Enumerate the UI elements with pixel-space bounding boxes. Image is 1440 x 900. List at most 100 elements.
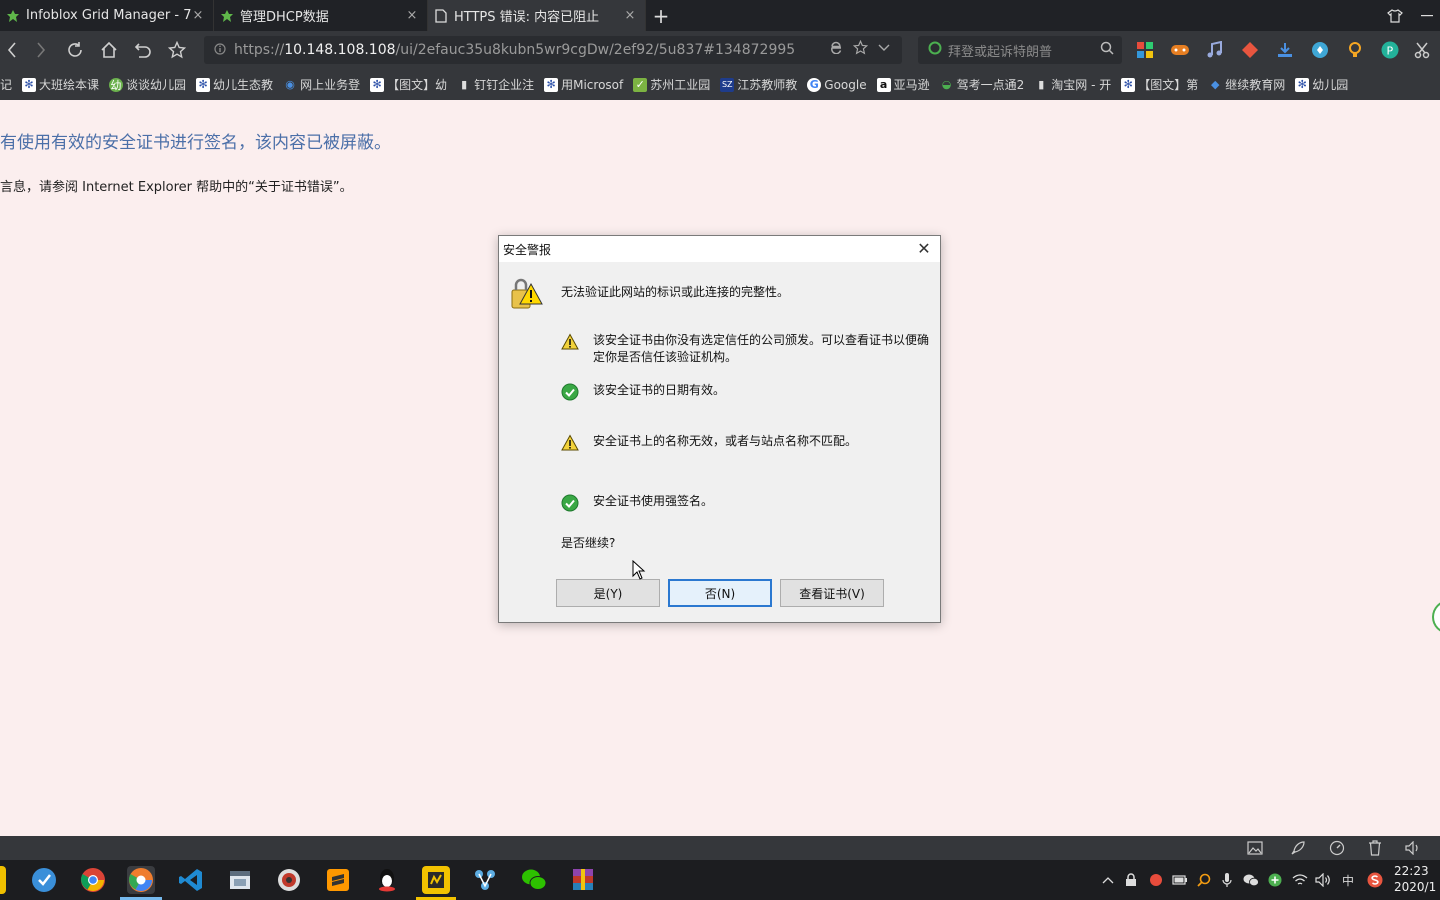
undo-icon[interactable] <box>126 31 160 69</box>
bookmark-item[interactable]: 记 <box>0 76 12 93</box>
close-tab-icon[interactable]: × <box>623 8 637 23</box>
browser-icon[interactable] <box>127 866 155 894</box>
bookmark-item[interactable]: ✻ 用Microsof <box>544 76 623 93</box>
reload-icon[interactable] <box>58 31 92 69</box>
scissors-icon[interactable] <box>1414 41 1432 59</box>
music-icon[interactable] <box>1206 40 1224 59</box>
wechat-icon[interactable] <box>520 866 548 894</box>
chrome-icon[interactable] <box>79 866 107 894</box>
site-info-icon[interactable] <box>214 42 226 58</box>
volume-icon[interactable] <box>1404 839 1422 857</box>
extension-teal-icon[interactable] <box>1311 41 1329 59</box>
cert-check-item: 安全证书使用强签名。 <box>561 493 931 512</box>
tray-lock-icon[interactable] <box>1123 872 1139 888</box>
search-icon[interactable] <box>1196 872 1212 888</box>
game-icon[interactable] <box>1170 41 1189 59</box>
microphone-icon[interactable] <box>1219 872 1235 888</box>
tab-label: HTTPS 错误: 内容已阻止 <box>454 10 600 25</box>
bookmark-star-icon[interactable] <box>160 31 194 69</box>
amazon-icon: a <box>876 77 891 92</box>
page-icon <box>434 8 448 23</box>
tab-label: 管理DHCP数据 <box>240 10 329 25</box>
close-icon[interactable]: ✕ <box>914 239 934 259</box>
bookmark-item[interactable]: ✻ 【图文】幼 <box>370 76 447 93</box>
ime-indicator[interactable]: 中 <box>1340 872 1356 888</box>
profile-p-icon[interactable]: P <box>1381 41 1399 59</box>
bookmark-item[interactable]: ✻ 幼儿园 <box>1295 76 1348 93</box>
image-icon[interactable] <box>1246 839 1264 857</box>
download-icon[interactable] <box>1276 41 1294 59</box>
infoblox-icon <box>220 9 234 23</box>
warning-icon <box>561 434 579 452</box>
bookmark-item[interactable]: ◉ 网上业务登 <box>283 76 360 93</box>
cert-check-item: 该安全证书由你没有选定信任的公司颁发。可以查看证书以便确定你是否信任该验证机构。 <box>561 332 931 366</box>
wechat-tray-icon[interactable] <box>1243 872 1259 888</box>
add-green-icon[interactable] <box>1267 872 1283 888</box>
cert-check-text: 安全证书上的名称无效，或者与站点名称不匹配。 <box>593 434 858 448</box>
taskbar-app-icon[interactable] <box>0 866 6 894</box>
taskbar-app-icon[interactable] <box>30 866 58 894</box>
search-input[interactable]: 拜登或起诉特朗普 <box>918 36 1122 64</box>
address-bar[interactable]: https://10.148.108.108/ui/2efauc35u8kubn… <box>204 36 902 64</box>
yes-button[interactable]: 是(Y) <box>556 579 660 607</box>
back-icon[interactable] <box>0 31 24 69</box>
wifi-icon[interactable] <box>1292 872 1308 888</box>
check-circle-icon <box>561 383 579 401</box>
home-icon[interactable] <box>92 31 126 69</box>
speed-icon[interactable] <box>1328 839 1346 857</box>
forward-icon[interactable] <box>24 31 58 69</box>
favorite-star-icon[interactable] <box>852 39 869 59</box>
network-tool-icon[interactable] <box>471 866 499 894</box>
notes-app-icon[interactable] <box>422 866 450 894</box>
trash-icon[interactable] <box>1366 839 1384 857</box>
paw-icon: ✻ <box>370 77 385 92</box>
bookmark-item[interactable]: a 亚马逊 <box>876 76 930 93</box>
speaker-icon[interactable] <box>1315 872 1331 888</box>
qq-icon[interactable] <box>373 866 401 894</box>
bookmark-item[interactable]: ◒ 驾考一点通2 <box>940 76 1024 93</box>
bookmark-item[interactable]: ▮ 钉钉企业注 <box>457 76 534 93</box>
search-icon[interactable] <box>1100 41 1114 59</box>
vscode-icon[interactable] <box>177 866 205 894</box>
tab-https-error[interactable]: HTTPS 错误: 内容已阻止 × <box>428 0 646 31</box>
bookmark-item[interactable]: ✓ 苏州工业园 <box>633 76 710 93</box>
bookmark-item[interactable]: 幼谈谈幼儿园 <box>109 76 186 93</box>
apps-grid-icon[interactable] <box>1136 41 1154 59</box>
view-certificate-button[interactable]: 查看证书(V) <box>780 579 884 607</box>
tray-app-icon[interactable] <box>1148 872 1164 888</box>
system-clock[interactable]: 22:23 2020/1 <box>1394 863 1436 895</box>
winrar-icon[interactable] <box>569 866 597 894</box>
search-placeholder: 拜登或起诉特朗普 <box>948 44 1053 60</box>
chevron-down-icon[interactable] <box>878 40 890 59</box>
clock-time: 22:23 <box>1394 864 1429 878</box>
shirt-skin-icon[interactable] <box>1384 0 1406 31</box>
rocket-icon[interactable] <box>1289 839 1307 857</box>
bookmark-item[interactable]: SZ 江苏教师教 <box>720 76 797 93</box>
file-manager-icon[interactable] <box>226 866 254 894</box>
page-icon: ▮ <box>461 78 468 91</box>
bookmark-item[interactable]: ◆ 继续教育网 <box>1208 76 1285 93</box>
bookmark-item[interactable]: ✻ 【图文】第 <box>1121 76 1198 93</box>
cert-check-item: 该安全证书的日期有效。 <box>561 382 931 401</box>
bookmark-item[interactable]: ▮ 淘宝网 - 开 <box>1034 76 1111 93</box>
sogou-ime-icon[interactable] <box>1367 872 1383 888</box>
extension-orange-icon[interactable] <box>1241 41 1259 59</box>
remote-desktop-icon[interactable] <box>275 866 303 894</box>
bookmark-item[interactable]: ✻ 大班绘本课 <box>22 76 99 93</box>
tab-dhcp[interactable]: 管理DHCP数据 × <box>214 0 428 31</box>
bookmarks-bar: 记 ✻ 大班绘本课 幼谈谈幼儿园 ✻ 幼儿生态教 ◉ 网上业务登 ✻ 【图文】幼 ▮ 钉钉… <box>0 69 1440 100</box>
close-tab-icon[interactable]: × <box>405 8 419 23</box>
lightbulb-icon[interactable] <box>1346 41 1364 59</box>
ie-mode-icon[interactable] <box>829 40 843 59</box>
sublime-icon[interactable] <box>324 866 352 894</box>
close-tab-icon[interactable]: × <box>191 8 205 23</box>
minimize-icon[interactable] <box>1416 0 1438 31</box>
check-circle-icon <box>561 494 579 512</box>
chevron-up-icon[interactable] <box>1100 872 1116 888</box>
new-tab-button[interactable]: + <box>646 0 676 31</box>
bookmark-item[interactable]: G Google <box>807 77 867 92</box>
bookmark-item[interactable]: ✻ 幼儿生态教 <box>196 76 273 93</box>
tab-infoblox[interactable]: Infoblox Grid Manager - 7. × <box>0 0 214 31</box>
battery-icon[interactable] <box>1172 872 1188 888</box>
no-button[interactable]: 否(N) <box>668 579 772 607</box>
